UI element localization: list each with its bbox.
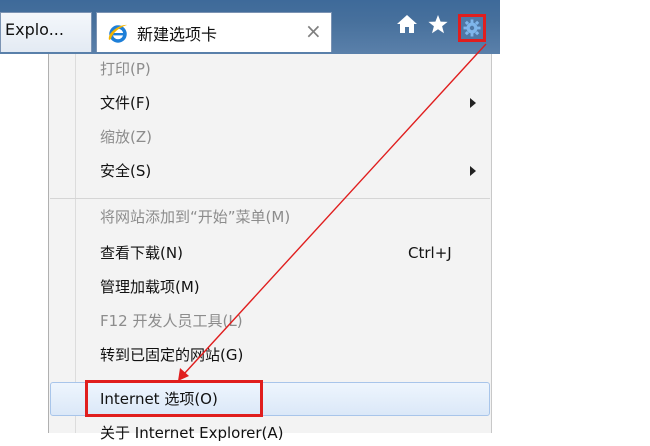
menu-item-about-ie[interactable]: 关于 Internet Explorer(A) <box>100 420 284 446</box>
internet-explorer-icon <box>107 22 129 48</box>
menu-icon-gutter <box>75 54 76 433</box>
browser-tab-bar: Explo... 新建选项卡 × <box>0 0 500 54</box>
menu-separator <box>50 198 490 199</box>
submenu-arrow-icon <box>470 166 476 176</box>
tab-explorer[interactable]: Explo... <box>0 12 92 52</box>
tab-new-tab-label: 新建选项卡 <box>137 25 218 44</box>
menu-item-pinned-sites[interactable]: 转到已固定的网站(G) <box>100 342 243 368</box>
menu-item-view-downloads[interactable]: 查看下载(N) <box>100 240 183 266</box>
gear-icon[interactable] <box>458 14 486 42</box>
menu-item-add-to-start[interactable]: 将网站添加到“开始”菜单(M) <box>100 204 290 230</box>
star-icon[interactable] <box>427 14 449 41</box>
menu-item-manage-addons[interactable]: 管理加载项(M) <box>100 274 200 300</box>
home-icon[interactable] <box>396 14 418 40</box>
menu-item-file[interactable]: 文件(F) <box>100 90 150 116</box>
annotation-highlight-box <box>85 380 263 417</box>
menu-item-safety[interactable]: 安全(S) <box>100 158 151 184</box>
page-background <box>0 54 48 433</box>
close-tab-icon[interactable]: × <box>305 19 322 43</box>
menu-item-print[interactable]: 打印(P) <box>100 56 151 82</box>
submenu-arrow-icon <box>470 98 476 108</box>
menu-item-f12-tools[interactable]: F12 开发人员工具(L) <box>100 308 243 334</box>
tab-explorer-label: Explo... <box>5 20 64 39</box>
view-downloads-shortcut: Ctrl+J <box>408 244 452 262</box>
tab-new-tab[interactable]: 新建选项卡 × <box>96 12 332 52</box>
menu-item-zoom[interactable]: 缩放(Z) <box>100 124 152 150</box>
